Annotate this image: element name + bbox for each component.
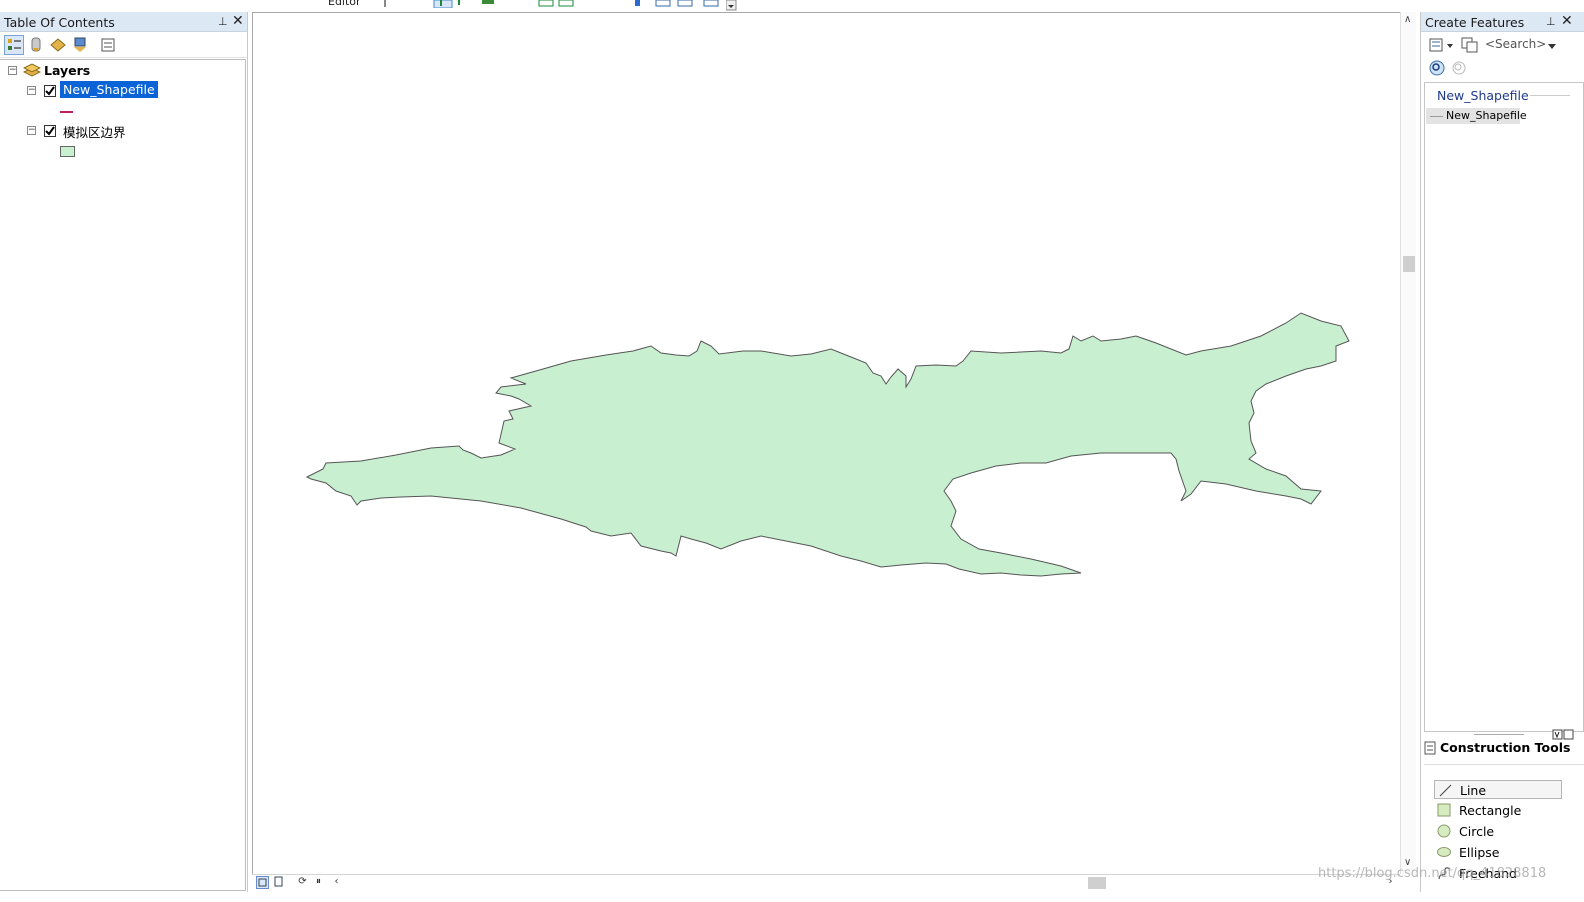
construction-tool-label: Rectangle (1459, 803, 1522, 818)
edit-tool-icon[interactable] (432, 0, 462, 8)
chevron-left-icon: ‹ (334, 876, 339, 887)
list-by-visibility-button[interactable] (48, 35, 68, 55)
clear-search-icon[interactable] (1451, 60, 1467, 76)
list-by-drawing-order-icon (8, 39, 21, 50)
toc-toolbar (0, 32, 247, 58)
layers-icon (23, 63, 41, 77)
toc-options-button[interactable] (98, 35, 118, 55)
scroll-left-button[interactable]: ‹ (330, 876, 343, 889)
search-dropdown-icon[interactable] (1547, 42, 1557, 50)
layer-1-line-symbol[interactable] (60, 111, 73, 113)
template-group-label: New_Shapefile (1437, 88, 1529, 103)
line-icon (1439, 784, 1452, 797)
template-search-input[interactable]: <Search> (1485, 37, 1546, 51)
table-of-contents-panel: Table Of Contents ⊥ ✕ − Layers − New_Sha… (0, 12, 248, 892)
watermark: https://blog.csdn.net/qq_41828818 (1318, 866, 1547, 881)
boundary-polygon[interactable] (305, 312, 1350, 577)
construction-tool-rectangle[interactable]: Rectangle (1434, 801, 1562, 820)
create-features-title-bar: Create Features ⊥ ✕ (1421, 12, 1584, 32)
construction-tool-ellipse[interactable]: Ellipse (1434, 843, 1562, 862)
rectangle-icon (1437, 803, 1451, 817)
data-view-icon (258, 878, 267, 887)
create-features-title: Create Features (1425, 15, 1525, 30)
construction-tool-label: Line (1460, 783, 1487, 798)
close-icon[interactable]: ✕ (232, 13, 244, 29)
line-template-swatch (1430, 116, 1443, 117)
vertical-scroll-thumb[interactable] (1403, 256, 1415, 272)
data-view-button[interactable] (256, 876, 269, 889)
group-divider (1530, 95, 1570, 96)
collapse-layers-toggle[interactable]: − (8, 66, 17, 75)
circle-icon (1437, 824, 1451, 838)
map-status-bar: ⟳ ⏸ ‹ › (252, 874, 1400, 890)
checkmark-icon (45, 86, 55, 96)
create-features-panel: Create Features ⊥ ✕ <Search> New_Shapefi… (1420, 12, 1584, 892)
pause-drawing-button[interactable]: ⏸ (312, 876, 325, 889)
sketch-properties-icon[interactable] (632, 0, 644, 8)
list-by-source-button[interactable] (26, 35, 46, 55)
construction-tools-title: Construction Tools (1440, 740, 1571, 755)
list-by-selection-icon (74, 37, 86, 52)
construction-tool-line[interactable]: Line (1434, 780, 1562, 799)
scroll-up-icon[interactable]: ∧ (1404, 14, 1411, 25)
editor-menu[interactable]: Editor (328, 0, 361, 8)
list-by-source-icon (31, 37, 41, 52)
attributes-icon[interactable] (654, 0, 724, 8)
create-features-toolbar: <Search> (1421, 32, 1584, 78)
horizontal-scroll-thumb[interactable] (1088, 877, 1106, 889)
refresh-button[interactable]: ⟳ (296, 876, 309, 889)
list-by-drawing-order-button[interactable] (4, 35, 24, 55)
feature-template-list: New_Shapefile New_Shapefile (1424, 82, 1584, 732)
layer-1-name[interactable]: New_Shapefile (60, 81, 158, 98)
vertex-tool-icon[interactable] (382, 0, 392, 8)
feature-template-item[interactable]: New_Shapefile (1426, 108, 1527, 124)
ellipse-icon (1437, 847, 1451, 857)
layer-tree: − Layers − New_Shapefile − 模拟区边界 (0, 59, 246, 891)
collapse-layer-2-toggle[interactable]: − (27, 126, 36, 135)
map-canvas[interactable] (253, 13, 1401, 875)
toc-title: Table Of Contents (4, 15, 115, 30)
layer-2-polygon-symbol[interactable] (60, 146, 75, 157)
arcmap-window: Editor Table Of Contents ⊥ ✕ − Layers − … (0, 0, 1584, 902)
editor-toolbar: Editor (252, 0, 752, 11)
feature-template-label: New_Shapefile (1446, 109, 1527, 122)
layout-view-icon (274, 876, 283, 887)
construction-tool-label: Circle (1459, 824, 1495, 839)
construction-tools-icon (1424, 741, 1436, 755)
panel-splitter[interactable] (1424, 729, 1584, 740)
list-by-visibility-icon (50, 38, 66, 52)
construction-tool-circle[interactable]: Circle (1434, 822, 1562, 841)
toc-title-bar: Table Of Contents ⊥ ✕ (0, 12, 247, 32)
checkmark-icon (45, 126, 55, 136)
layout-view-button[interactable] (272, 876, 285, 889)
collapse-layer-1-toggle[interactable]: − (27, 86, 36, 95)
close-icon[interactable]: ✕ (1561, 13, 1573, 29)
search-icon[interactable] (1429, 60, 1445, 76)
layer-2-name[interactable]: 模拟区边界 (63, 122, 126, 141)
pin-icon[interactable]: ⊥ (1546, 15, 1556, 28)
reshape-icon[interactable] (480, 0, 500, 8)
layers-root-label[interactable]: Layers (44, 63, 90, 78)
options-icon (101, 38, 115, 52)
construction-tool-label: Ellipse (1459, 845, 1500, 860)
map-vertical-scrollbar[interactable]: ∧ ∨ (1400, 12, 1416, 874)
split-tool-icon[interactable] (537, 0, 587, 8)
pause-icon: ⏸ (316, 876, 321, 887)
toolbar-options-icon[interactable] (726, 0, 738, 11)
map-display[interactable] (252, 12, 1402, 874)
layer-2-visibility-checkbox[interactable] (44, 125, 56, 137)
filter-templates-icon[interactable] (1429, 37, 1455, 53)
layer-1-visibility-checkbox[interactable] (44, 85, 56, 97)
refresh-icon: ⟳ (298, 876, 307, 887)
pin-icon[interactable]: ⊥ (218, 15, 228, 28)
list-by-selection-button[interactable] (70, 35, 90, 55)
organize-templates-icon[interactable] (1461, 37, 1479, 53)
